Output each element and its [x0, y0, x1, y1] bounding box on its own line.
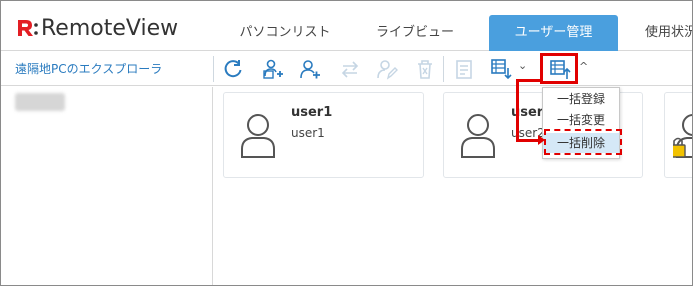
chevron-down-icon[interactable]: ⌄: [518, 59, 527, 72]
add-group-icon[interactable]: [262, 58, 284, 80]
user-avatar-icon: [458, 111, 498, 161]
highlight-dashed-box: [544, 129, 622, 155]
user-login: user1: [291, 126, 325, 140]
tab-user-management[interactable]: ユーザー管理: [489, 15, 618, 51]
tab-pc-list[interactable]: パソコンリスト: [223, 15, 347, 51]
toolbar-divider: [213, 56, 214, 82]
user-card[interactable]: [664, 92, 692, 178]
bulk-import-icon[interactable]: [490, 58, 512, 80]
app-window: RemoteView パソコンリスト ライブビュー ユーザー管理 使用状況 遠隔…: [0, 0, 693, 286]
top-header: RemoteView パソコンリスト ライブビュー ユーザー管理 使用状況: [1, 1, 692, 51]
locked-user-avatar-icon: [670, 111, 692, 161]
callout-line: [516, 79, 542, 82]
toolbar-divider: [443, 56, 444, 82]
swap-icon[interactable]: [339, 58, 361, 80]
app-logo: RemoteView: [15, 15, 178, 41]
delete-icon[interactable]: [414, 58, 436, 80]
logo-text: RemoteView: [41, 15, 179, 41]
callout-line: [516, 79, 519, 142]
remote-explorer-link[interactable]: 遠隔地PCのエクスプローラ: [15, 60, 162, 77]
toolbar: 遠隔地PCのエクスプローラ ⌄ ^: [1, 52, 692, 86]
user-card[interactable]: user1 user1: [223, 92, 424, 178]
tab-live-view[interactable]: ライブビュー: [353, 15, 477, 51]
brand-r-icon: [15, 16, 39, 40]
menu-item-bulk-register[interactable]: 一括登録: [543, 89, 619, 109]
tab-usage[interactable]: 使用状況: [629, 15, 692, 51]
user-name: user1: [291, 105, 333, 120]
callout-line: [516, 139, 540, 142]
user-avatar-icon: [238, 111, 278, 161]
highlight-box: [540, 53, 578, 84]
add-user-icon[interactable]: [299, 58, 321, 80]
list-icon[interactable]: [453, 58, 475, 80]
refresh-icon[interactable]: [222, 58, 244, 80]
chevron-up-icon[interactable]: ^: [579, 60, 588, 73]
menu-item-bulk-change[interactable]: 一括変更: [543, 110, 619, 130]
sidebar: [1, 87, 213, 285]
sidebar-item-blurred[interactable]: [15, 93, 65, 111]
user-card-area: user1 user1 user2 user2: [214, 87, 692, 285]
edit-user-icon[interactable]: [376, 58, 398, 80]
